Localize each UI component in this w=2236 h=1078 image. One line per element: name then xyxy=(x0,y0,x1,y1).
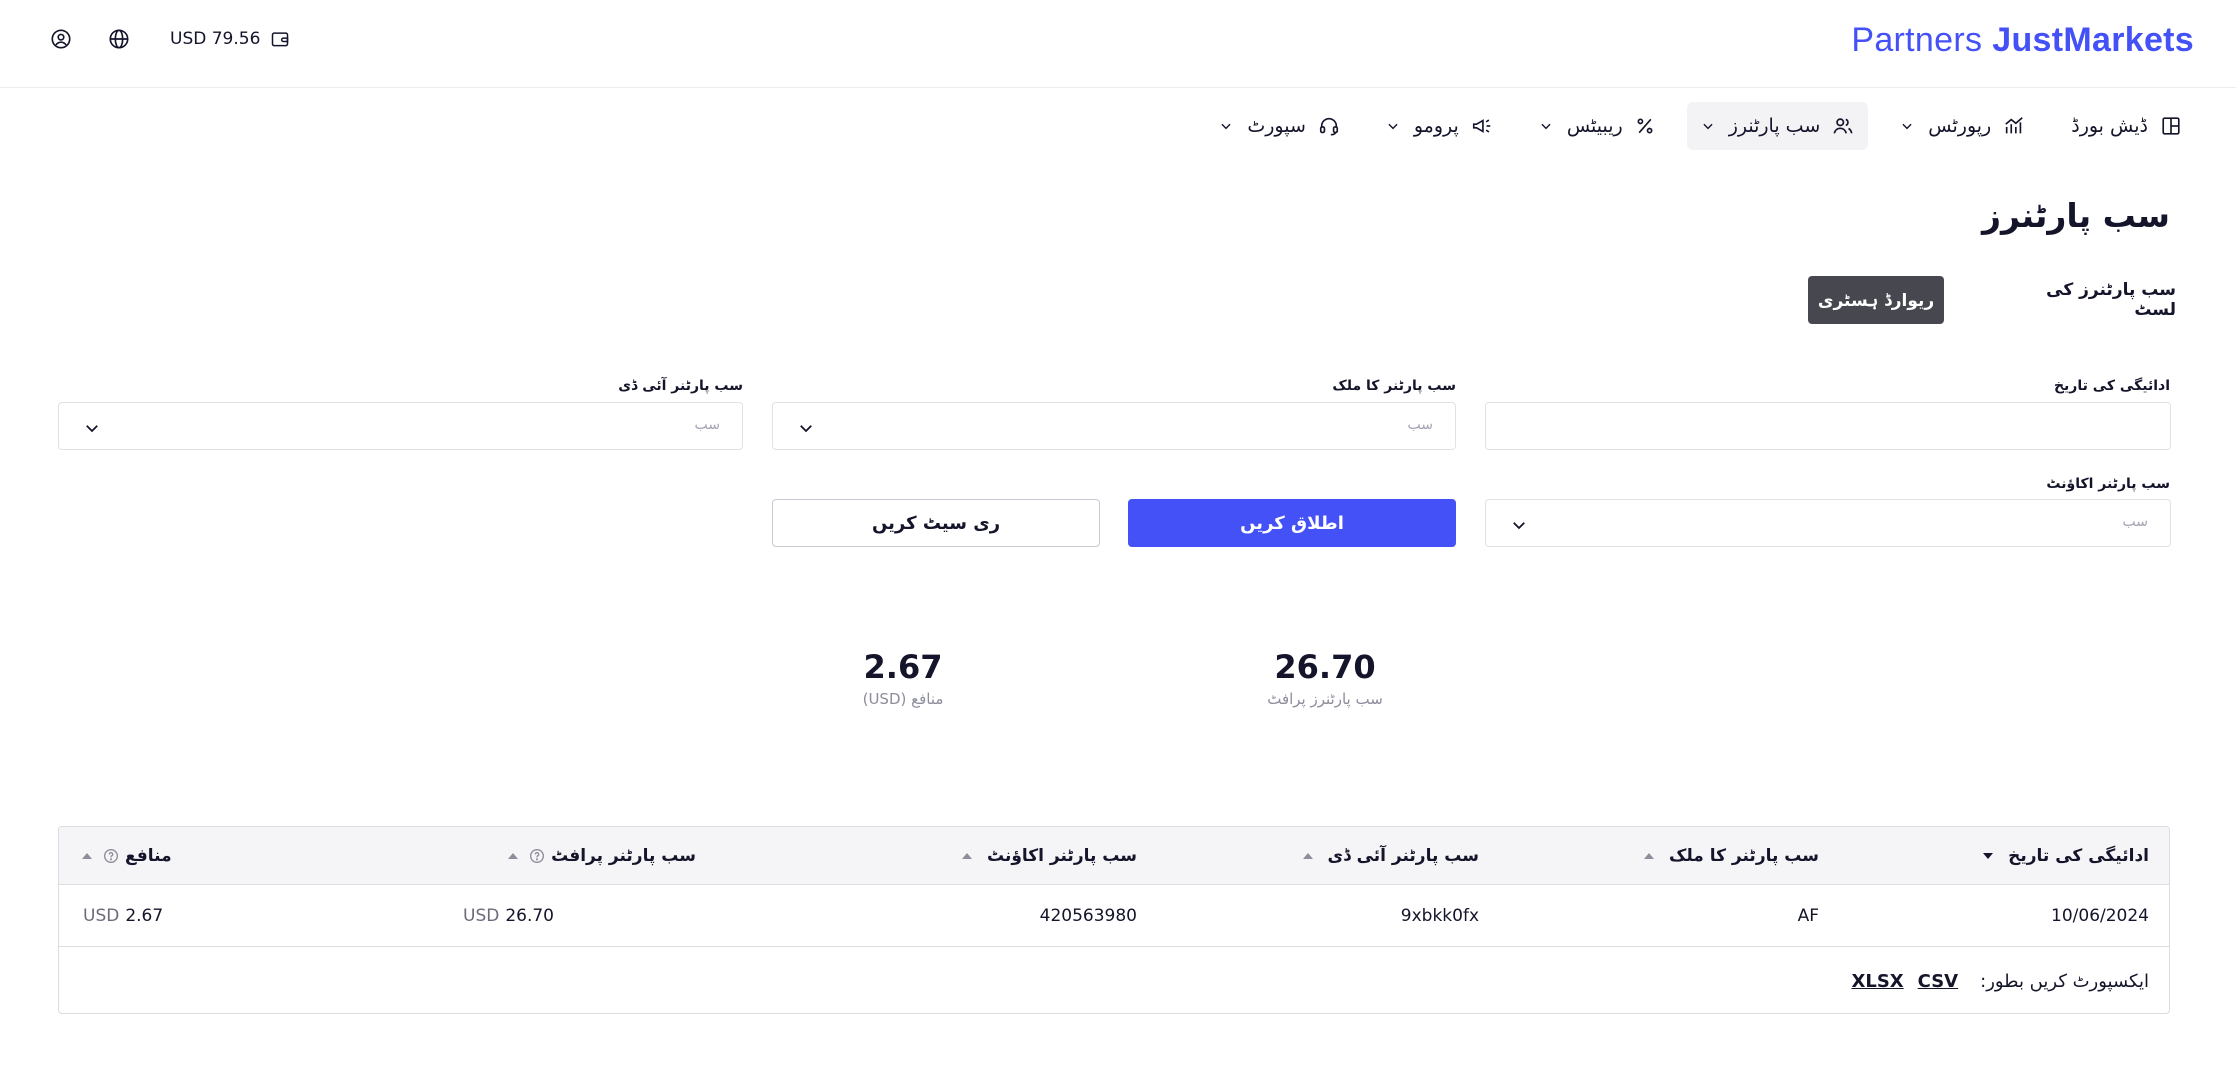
users-icon xyxy=(1832,115,1854,137)
account-placeholder: سب xyxy=(2122,514,2148,530)
nav-item-subpartners[interactable]: سب پارٹنرز xyxy=(1686,102,1869,150)
account-label: سب پارٹنر اکاؤنٹ xyxy=(2046,476,2170,492)
payment-date-label: ادائیگی کی تاریخ xyxy=(2053,378,2170,394)
chevron-down-icon xyxy=(1900,119,1914,133)
percent-icon xyxy=(1635,116,1655,136)
nav-item-label: سپورٹ xyxy=(1247,115,1306,137)
sort-asc-icon[interactable] xyxy=(81,850,93,862)
page-title: سب پارٹنرز xyxy=(1981,196,2170,235)
amount: 2.67 xyxy=(125,906,164,926)
cell-country: AF xyxy=(1797,906,1819,926)
column-label: منافع xyxy=(125,846,172,866)
apply-button[interactable]: اطلاق کریں xyxy=(1128,499,1456,547)
nav-item-support[interactable]: سپورٹ xyxy=(1205,102,1354,150)
nav-item-label: سب پارٹنرز xyxy=(1728,115,1821,137)
column-account[interactable]: سب پارٹنر اکاؤنٹ xyxy=(961,827,1137,885)
balance-display[interactable]: USD 79.56 xyxy=(170,29,290,49)
id-label: سب پارٹنر آئی ڈی xyxy=(618,378,743,394)
sort-desc-icon[interactable] xyxy=(1982,850,1994,862)
help-icon[interactable] xyxy=(103,848,119,864)
nav-item-label: ریبیٹس xyxy=(1566,115,1623,137)
globe-icon[interactable] xyxy=(102,22,136,56)
chevron-down-icon xyxy=(1701,119,1715,133)
column-country[interactable]: سب پارٹنر کا ملک xyxy=(1643,827,1819,885)
column-label: سب پارٹنر اکاؤنٹ xyxy=(986,846,1137,866)
rewards-table: ادائیگی کی تاریخ سب پارٹنر کا ملک سب پار… xyxy=(58,826,2170,1014)
column-label: سب پارٹنر پرافٹ xyxy=(551,846,696,866)
payment-date-field[interactable] xyxy=(1485,402,2171,450)
stat-value: 26.70 xyxy=(1274,648,1376,686)
cell-profit: USD 26.70 xyxy=(463,885,554,947)
wallet-icon xyxy=(270,29,290,49)
top-bar: USD 79.56 Partners JustMarkets xyxy=(0,0,2236,88)
logo-brand-text: JustMarkets xyxy=(1992,20,2194,59)
stat-label: سب پارٹنرز پرافٹ xyxy=(1267,690,1383,708)
chevron-down-icon xyxy=(1219,119,1233,133)
headset-icon xyxy=(1318,115,1340,137)
cell-payment-date: 10/06/2024 xyxy=(2051,906,2149,926)
nav-item-dashboard[interactable]: ڈیش بورڈ xyxy=(2057,102,2196,150)
cell-id: 9xbkk0fx xyxy=(1400,906,1479,926)
country-label: سب پارٹنر کا ملک xyxy=(1332,378,1456,394)
nav-item-reports[interactable]: رپورٹس xyxy=(1886,102,2039,150)
nav-item-label: پرومو xyxy=(1413,115,1459,137)
column-profit[interactable]: سب پارٹنر پرافٹ xyxy=(507,827,696,885)
main-nav: ڈیش بورڈ رپورٹس سب پارٹنرز ریبیٹس پرومو xyxy=(1187,102,2196,150)
export-bar: XLSX CSV ایکسپورٹ کریں بطور: xyxy=(1837,947,2149,1013)
column-label: ادائیگی کی تاریخ xyxy=(2008,846,2149,866)
tab-subpartners-list[interactable]: سب پارٹنرز کی لسٹ xyxy=(2026,276,2176,324)
tab-reward-history[interactable]: ریوارڈ ہسٹری xyxy=(1808,276,1944,324)
cell-account: 420563980 xyxy=(1039,906,1137,926)
currency-code: USD xyxy=(463,906,500,926)
table-row: 10/06/2024 AF 9xbkk0fx 420563980 USD 26.… xyxy=(59,885,2169,947)
user-circle-icon[interactable] xyxy=(44,22,78,56)
stat-value: 2.67 xyxy=(863,648,943,686)
cell-benefit: USD 2.67 xyxy=(83,885,163,947)
chevron-down-icon xyxy=(1539,119,1553,133)
sort-asc-icon[interactable] xyxy=(1302,850,1314,862)
nav-item-label: ڈیش بورڈ xyxy=(2071,115,2148,137)
country-placeholder: سب xyxy=(1407,417,1433,433)
justmarkets-partners-logo[interactable]: Partners JustMarkets xyxy=(1851,18,2194,62)
country-select[interactable]: سب xyxy=(772,402,1456,450)
column-benefit[interactable]: منافع xyxy=(81,827,172,885)
export-xlsx-link[interactable]: XLSX xyxy=(1851,971,1903,992)
reset-button[interactable]: ری سیٹ کریں xyxy=(772,499,1100,547)
export-label: ایکسپورٹ کریں بطور: xyxy=(1980,970,2149,992)
column-label: سب پارٹنر کا ملک xyxy=(1668,846,1819,866)
table-footer: XLSX CSV ایکسپورٹ کریں بطور: xyxy=(59,947,2169,1013)
column-id[interactable]: سب پارٹنر آئی ڈی xyxy=(1302,827,1479,885)
nav-item-label: رپورٹس xyxy=(1928,115,1992,137)
chart-icon xyxy=(2003,115,2025,137)
stat-label: منافع (USD) xyxy=(862,690,944,708)
balance-text: USD 79.56 xyxy=(170,29,261,49)
top-bar-actions: USD 79.56 xyxy=(44,22,290,56)
nav-item-promo[interactable]: پرومو xyxy=(1372,102,1507,150)
sort-asc-icon[interactable] xyxy=(1643,850,1655,862)
export-csv-link[interactable]: CSV xyxy=(1918,971,1958,992)
id-select[interactable]: سب xyxy=(58,402,743,450)
stat-subpartners-profit: 26.70 سب پارٹنرز پرافٹ xyxy=(1205,648,1445,708)
chevron-down-icon xyxy=(83,419,101,437)
column-payment-date[interactable]: ادائیگی کی تاریخ xyxy=(1982,827,2149,885)
column-label: سب پارٹنر آئی ڈی xyxy=(1327,846,1479,866)
megaphone-icon xyxy=(1471,115,1493,137)
id-placeholder: سب xyxy=(694,417,720,433)
currency-code: USD xyxy=(83,906,120,926)
stat-benefit: 2.67 منافع (USD) xyxy=(783,648,1023,708)
table-header: ادائیگی کی تاریخ سب پارٹنر کا ملک سب پار… xyxy=(59,827,2169,885)
help-icon[interactable] xyxy=(529,848,545,864)
amount: 26.70 xyxy=(505,906,554,926)
chevron-down-icon xyxy=(1510,516,1528,534)
sort-asc-icon[interactable] xyxy=(507,850,519,862)
chevron-down-icon xyxy=(1386,119,1400,133)
account-select[interactable]: سب xyxy=(1485,499,2171,547)
chevron-down-icon xyxy=(797,419,815,437)
logo-partners-text: Partners xyxy=(1851,20,1983,59)
layout-icon xyxy=(2160,115,2182,137)
nav-item-rebates[interactable]: ریبیٹس xyxy=(1525,102,1669,150)
sort-asc-icon[interactable] xyxy=(961,850,973,862)
